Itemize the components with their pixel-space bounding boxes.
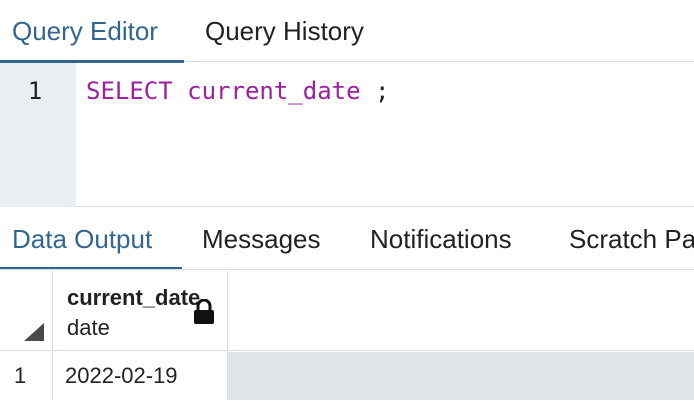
tab-query-history-label: Query History <box>205 16 364 46</box>
tab-data-output-label: Data Output <box>12 224 153 254</box>
code-line[interactable]: SELECT current_date ; <box>86 77 389 105</box>
sql-editor[interactable]: 1 SELECT current_date ; <box>0 63 694 207</box>
cell-current-date[interactable]: 2022-02-19 <box>53 352 228 400</box>
lock-icon <box>194 299 214 324</box>
tab-messages[interactable]: Messages <box>202 208 321 269</box>
sql-function: current_date <box>187 77 361 105</box>
tab-notifications-label: Notifications <box>370 224 512 254</box>
tab-query-editor-label: Query Editor <box>12 16 158 46</box>
tab-notifications[interactable]: Notifications <box>370 208 512 269</box>
row-number[interactable]: 1 <box>0 352 53 400</box>
results-grid: current_date date 1 2022-02-19 <box>0 271 694 400</box>
result-tab-bar: Data Output Messages Notifications Scrat… <box>0 208 694 270</box>
tab-query-history[interactable]: Query History <box>205 0 364 62</box>
select-all-triangle-icon <box>24 323 44 341</box>
select-all-corner[interactable] <box>0 271 53 351</box>
tab-scratch-pad-label: Scratch Pa <box>569 224 694 254</box>
tab-query-editor[interactable]: Query Editor <box>0 0 184 63</box>
editor-tab-bar: Query Editor Query History <box>0 0 694 63</box>
tab-messages-label: Messages <box>202 224 321 254</box>
row-filler <box>228 352 694 400</box>
sql-terminator: ; <box>360 77 390 105</box>
sql-keyword: SELECT <box>86 77 173 105</box>
line-number-gutter: 1 <box>0 63 76 207</box>
header-filler <box>228 271 694 351</box>
tab-data-output[interactable]: Data Output <box>0 208 182 269</box>
tab-scratch-pad[interactable]: Scratch Pa <box>569 208 694 269</box>
pgadmin-query-tool: Query Editor Query History 1 SELECT curr… <box>0 0 694 400</box>
column-header-current-date[interactable]: current_date date <box>53 271 228 351</box>
column-name: current_date <box>67 285 201 310</box>
line-number: 1 <box>27 77 43 105</box>
column-type: date <box>67 315 110 340</box>
